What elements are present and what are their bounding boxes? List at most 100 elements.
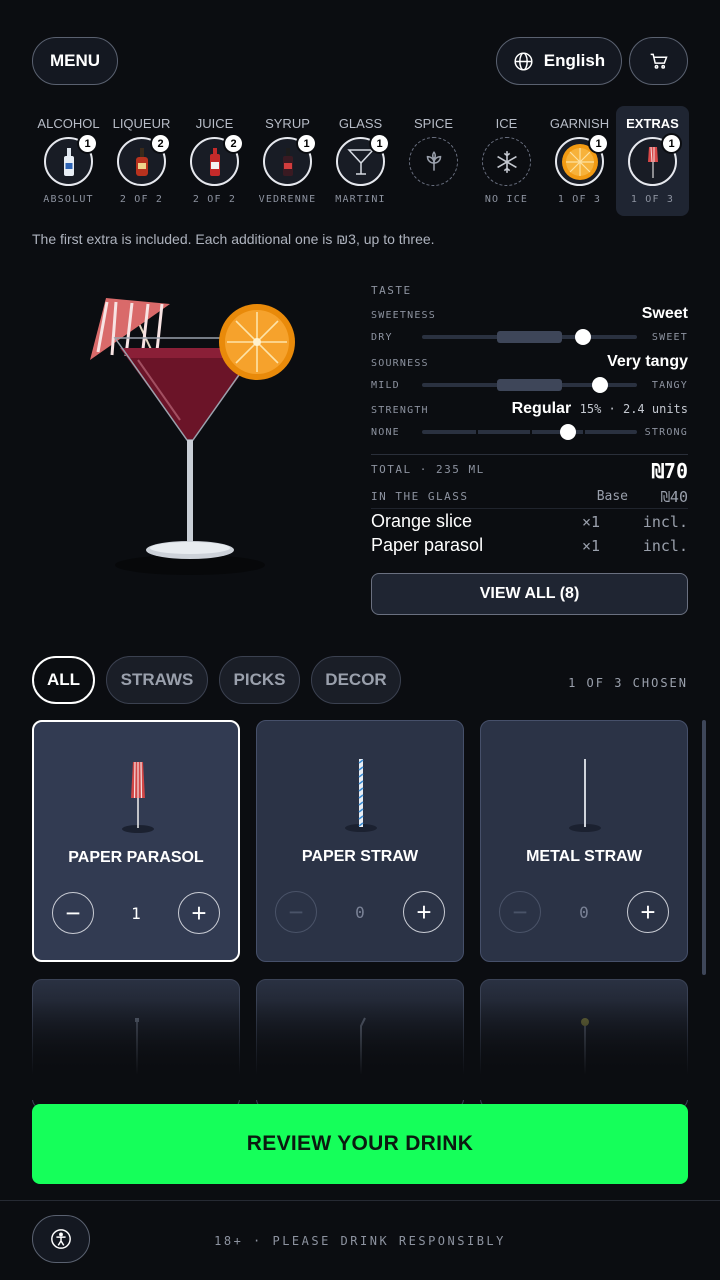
- category-tabs: ALCOHOL 1 ABSOLUT LIQUEUR 2 2 OF 2 JUICE…: [32, 106, 689, 216]
- strength-low: NONE: [371, 427, 400, 438]
- view-all-button[interactable]: VIEW ALL (8): [371, 573, 688, 615]
- strength-label: STRENGTH: [371, 405, 429, 416]
- count-badge: 1: [661, 133, 682, 154]
- tab-label: SPICE: [413, 116, 453, 131]
- menu-button[interactable]: MENU: [32, 37, 118, 85]
- filter-label: DECOR: [325, 670, 387, 689]
- tab-glass[interactable]: GLASS 1 MARTINI: [324, 106, 397, 216]
- tab-selection: VEDRENNE: [258, 194, 317, 205]
- sweetness-knob[interactable]: [575, 329, 592, 345]
- strength-slider[interactable]: [422, 424, 637, 440]
- cocktail-illustration: [90, 298, 295, 575]
- item-qty: ×1: [581, 537, 600, 555]
- total-price: ₪70: [651, 459, 688, 483]
- tab-spice[interactable]: SPICE: [397, 106, 470, 216]
- tick: [583, 430, 586, 434]
- sweetness-high: SWEET: [651, 332, 688, 343]
- language-label: English: [543, 51, 606, 70]
- view-all-label: VIEW ALL (8): [479, 585, 580, 602]
- chosen-count: 1 OF 3 CHOSEN: [568, 676, 688, 690]
- sourness-low: MILD: [371, 380, 400, 391]
- sweetness-label: SWEETNESS: [371, 310, 436, 321]
- count-badge: 1: [588, 133, 609, 154]
- paper-parasol-image: [122, 761, 154, 833]
- cart-button[interactable]: [629, 37, 688, 85]
- total-label: TOTAL · 235 ML: [371, 463, 485, 476]
- filter-decor[interactable]: DECOR: [311, 656, 401, 704]
- review-drink-button[interactable]: REVIEW YOUR DRINK: [32, 1104, 688, 1184]
- filter-all[interactable]: ALL: [32, 656, 95, 704]
- sweetness-range: [497, 331, 562, 343]
- line-item: Paper parasol ×1 incl.: [371, 535, 688, 556]
- tick: [529, 430, 532, 434]
- tab-label: LIQUEUR: [112, 116, 171, 131]
- sweetness-low: DRY: [371, 332, 393, 343]
- extras-note: The first extra is included. Each additi…: [32, 231, 435, 247]
- tab-label: ICE: [495, 116, 518, 131]
- sourness-value: Very tangy: [607, 353, 688, 370]
- tab-selection: ABSOLUT: [43, 194, 94, 205]
- sourness-knob[interactable]: [592, 377, 609, 393]
- sweetness-slider[interactable]: [422, 329, 637, 345]
- filter-straws[interactable]: STRAWS: [106, 656, 208, 704]
- strength-value-group: Regular 15% · 2.4 units: [512, 400, 688, 418]
- app-root: MENU English ALCOHOL 1 ABSOLUT LIQUEUR 2…: [0, 0, 720, 1280]
- tab-syrup[interactable]: SYRUP 1 VEDRENNE: [251, 106, 324, 216]
- filter-label: ALL: [46, 670, 81, 689]
- count-badge: 2: [150, 133, 171, 154]
- count-badge: 2: [223, 133, 244, 154]
- tab-selection: 2 OF 2: [192, 194, 237, 205]
- tab-label: JUICE: [195, 116, 234, 131]
- tab-extras[interactable]: EXTRAS 1 1 OF 3: [616, 106, 689, 216]
- footer-divider: [0, 1200, 720, 1201]
- tab-selection: NO ICE: [484, 194, 529, 205]
- tab-garnish[interactable]: GARNISH 1 1 OF 3: [543, 106, 616, 216]
- base-label: Base: [596, 489, 628, 504]
- tab-alcohol[interactable]: ALCOHOL 1 ABSOLUT: [32, 106, 105, 216]
- increase-button[interactable]: +: [627, 891, 669, 933]
- increase-button[interactable]: +: [178, 892, 220, 934]
- strength-value: Regular: [511, 400, 572, 417]
- product-card-paper-parasol[interactable]: PAPER PARASOL − 1 +: [32, 720, 240, 962]
- product-card-paper-straw[interactable]: PAPER STRAW − 0 +: [256, 720, 464, 962]
- product-name: METAL STRAW: [526, 848, 642, 865]
- in-glass-label: IN THE GLASS: [371, 490, 469, 503]
- responsibility-notice: 18+ · PLEASE DRINK RESPONSIBLY: [214, 1234, 506, 1248]
- tab-label: EXTRAS: [626, 116, 679, 131]
- tab-selection: 1 OF 3: [630, 194, 675, 205]
- tab-label: ALCOHOL: [37, 116, 100, 131]
- count-badge: 1: [77, 133, 98, 154]
- tab-selection: 1 OF 3: [557, 194, 602, 205]
- tab-selection: 2 OF 2: [119, 194, 164, 205]
- menu-label: MENU: [49, 51, 101, 70]
- item-qty: ×1: [581, 513, 600, 531]
- strength-high: STRONG: [644, 427, 688, 438]
- paper-straw-image: [345, 759, 377, 832]
- strength-knob[interactable]: [560, 424, 577, 440]
- increase-button[interactable]: +: [403, 891, 445, 933]
- scrollbar[interactable]: [702, 720, 706, 975]
- filter-label: STRAWS: [120, 670, 194, 689]
- sweetness-value: Sweet: [641, 305, 688, 322]
- product-name: PAPER STRAW: [301, 848, 419, 865]
- tab-label: GLASS: [338, 116, 383, 131]
- item-price: incl.: [642, 513, 688, 531]
- count-badge: 1: [369, 133, 390, 154]
- language-button[interactable]: English: [496, 37, 622, 85]
- tab-selection: MARTINI: [335, 194, 386, 205]
- sourness-range: [497, 379, 562, 391]
- filter-picks[interactable]: PICKS: [219, 656, 300, 704]
- tab-ice[interactable]: ICE NO ICE: [470, 106, 543, 216]
- scroll-fade: [0, 1000, 720, 1100]
- metal-straw-image: [569, 759, 601, 832]
- cart-icon: [650, 53, 668, 69]
- product-card-metal-straw[interactable]: METAL STRAW − 0 +: [480, 720, 688, 962]
- item-name: Paper parasol: [371, 535, 484, 555]
- divider: [371, 508, 688, 509]
- review-label: REVIEW YOUR DRINK: [246, 1132, 474, 1155]
- sourness-slider[interactable]: [422, 377, 637, 393]
- line-item: Orange slice ×1 incl.: [371, 511, 688, 532]
- tab-label: SYRUP: [265, 116, 310, 131]
- tab-juice[interactable]: JUICE 2 2 OF 2: [178, 106, 251, 216]
- tab-liqueur[interactable]: LIQUEUR 2 2 OF 2: [105, 106, 178, 216]
